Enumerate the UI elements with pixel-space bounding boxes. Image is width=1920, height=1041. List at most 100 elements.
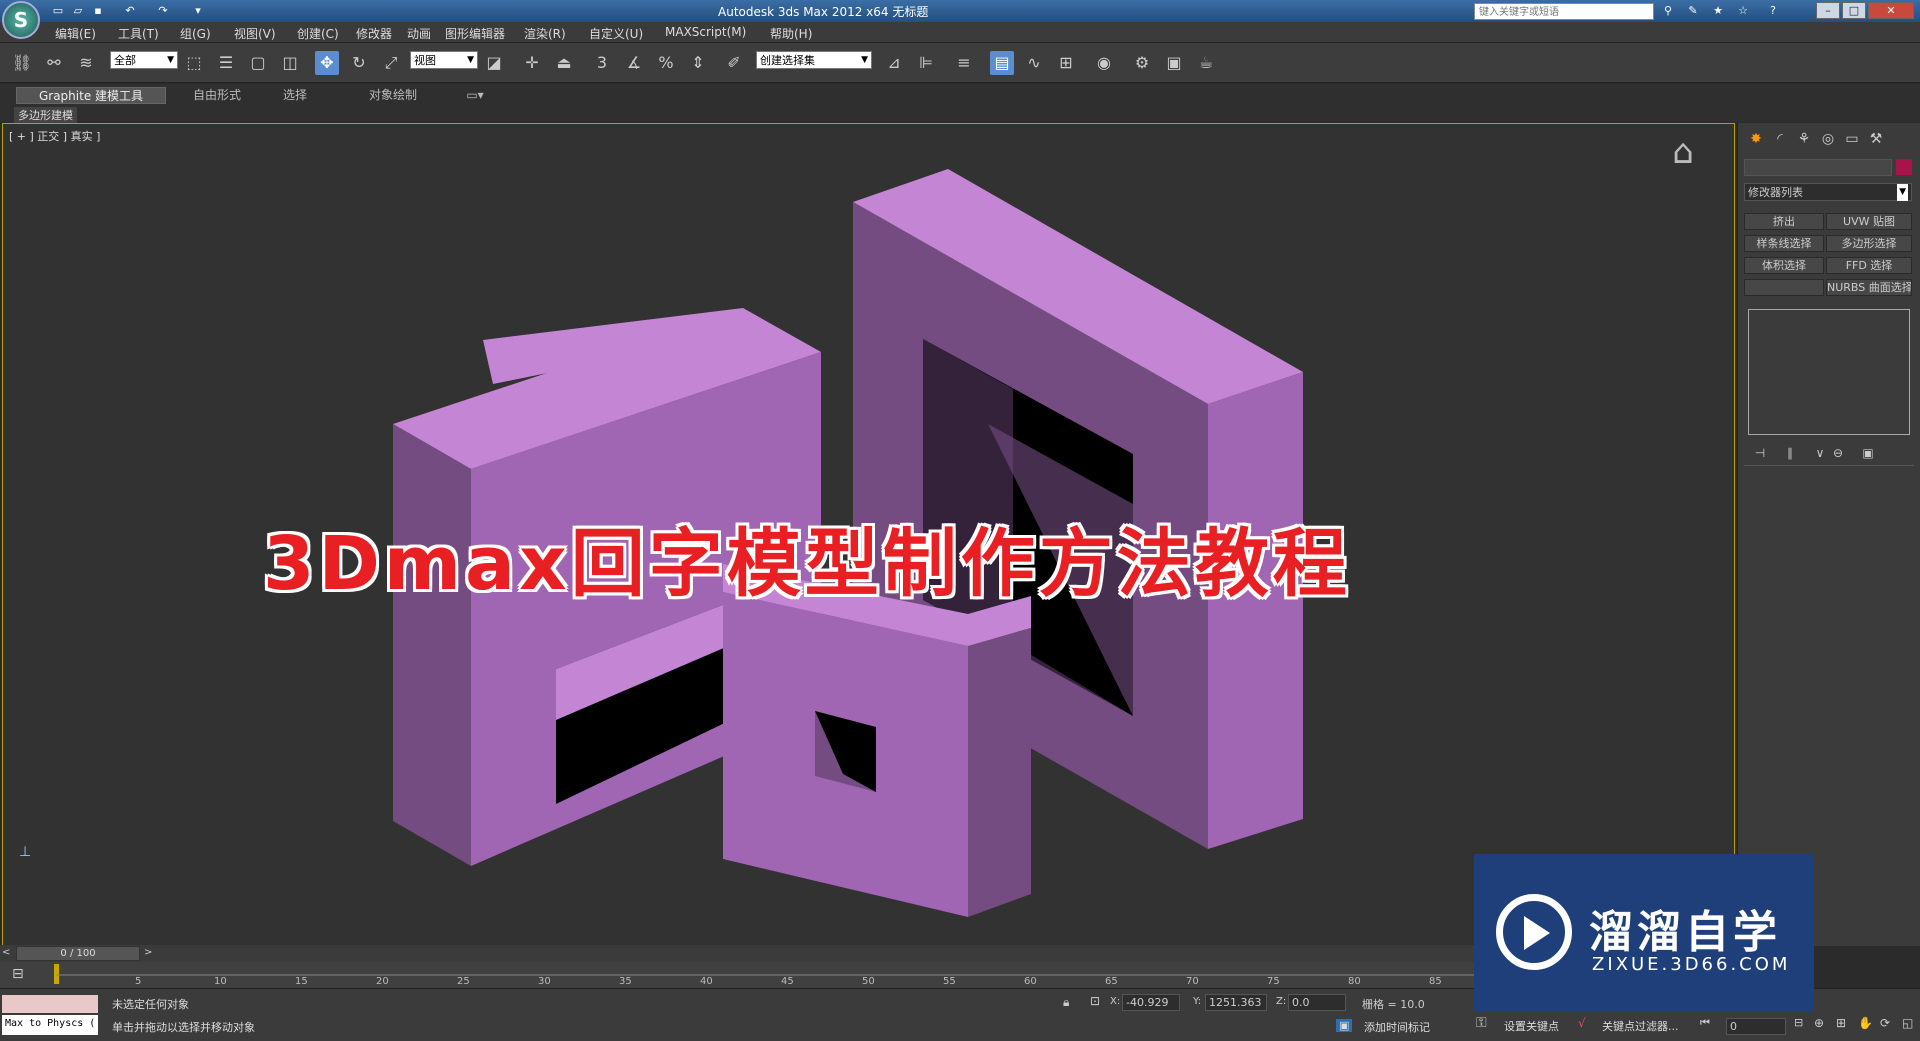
curve-editor-icon[interactable]: ∿ bbox=[1022, 51, 1046, 75]
modify-tab-icon[interactable]: ◜ bbox=[1768, 127, 1792, 151]
bind-spacewarp-icon[interactable]: ≋ bbox=[74, 51, 98, 75]
snap-toggle-icon[interactable]: 3 bbox=[590, 51, 614, 75]
angle-snap-icon[interactable]: ∡ bbox=[622, 51, 646, 75]
help-icon[interactable]: ? bbox=[1765, 3, 1781, 19]
tab-object-paint[interactable]: 对象绘制 bbox=[355, 87, 431, 104]
named-selection-dropdown[interactable]: 创建选择集 ▼ bbox=[756, 51, 872, 69]
lock-selection-icon[interactable]: 🔒︎ bbox=[1063, 995, 1069, 1010]
maxscript-mini-listener[interactable]: Max to Physcs ( bbox=[2, 1015, 98, 1035]
binoculars-icon[interactable]: ⚲ bbox=[1660, 3, 1676, 19]
ribbon-options-icon[interactable]: ▭▾ bbox=[462, 87, 488, 104]
search-input[interactable]: 键入关键字或短语 bbox=[1474, 3, 1654, 20]
pin-stack-icon[interactable]: ⊣ bbox=[1748, 441, 1772, 465]
poly-select-button[interactable]: 多边形选择 bbox=[1826, 235, 1912, 252]
default-tangent-icon[interactable]: √ bbox=[1578, 1016, 1586, 1030]
nurbs-select-button[interactable]: NURBS 曲面选择 bbox=[1826, 279, 1912, 296]
menu-customize[interactable]: 自定义(U) bbox=[589, 25, 643, 42]
menu-group[interactable]: 组(G) bbox=[180, 25, 211, 42]
maximize-button[interactable]: □ bbox=[1842, 2, 1866, 19]
tab-freeform[interactable]: 自由形式 bbox=[180, 87, 254, 104]
absolute-mode-icon[interactable]: ⊡ bbox=[1090, 994, 1100, 1008]
frame-indicator[interactable]: 0 / 100 bbox=[16, 946, 140, 961]
viewport-orthographic[interactable]: [ + ] 正交 ] 真实 ] 3Dmax回字模型制作方法教程 ⌂ ⊥ bbox=[2, 123, 1735, 946]
object-name-field[interactable] bbox=[1744, 159, 1892, 176]
time-slider[interactable]: < 0 / 100 > bbox=[0, 945, 1475, 962]
zoom-extents-icon[interactable]: ⊞ bbox=[1836, 1016, 1846, 1030]
render-production-icon[interactable]: ☕ bbox=[1194, 51, 1218, 75]
rect-selection-icon[interactable]: ▢ bbox=[246, 51, 270, 75]
rendered-frame-icon[interactable]: ▣ bbox=[1162, 51, 1186, 75]
render-setup-icon[interactable]: ⚙ bbox=[1130, 51, 1154, 75]
select-scale-icon[interactable]: ⤢ bbox=[379, 51, 403, 75]
app-logo-icon[interactable]: S bbox=[2, 1, 40, 39]
key-icon[interactable]: ⚿ bbox=[1476, 1015, 1487, 1031]
star-icon[interactable]: ★ bbox=[1710, 3, 1726, 19]
show-end-result-icon[interactable]: ∥ bbox=[1778, 441, 1802, 465]
tab-selection[interactable]: 选择 bbox=[270, 87, 320, 104]
menu-view[interactable]: 视图(V) bbox=[234, 25, 276, 42]
menu-tools[interactable]: 工具(T) bbox=[118, 25, 159, 42]
uvw-map-button[interactable]: UVW 贴图 bbox=[1826, 213, 1912, 230]
percent-snap-icon[interactable]: % bbox=[654, 51, 678, 75]
new-file-icon[interactable]: ▭ bbox=[50, 3, 66, 19]
tab-graphite[interactable]: Graphite 建模工具 bbox=[16, 87, 166, 104]
hierarchy-tab-icon[interactable]: ⚘ bbox=[1792, 127, 1816, 151]
key-filters-button[interactable]: 关键点过滤器... bbox=[1602, 1018, 1679, 1034]
x-coordinate-field[interactable]: -40.929 bbox=[1122, 994, 1180, 1011]
modifier-stack[interactable] bbox=[1748, 309, 1910, 435]
menu-create[interactable]: 创建(C) bbox=[297, 25, 339, 42]
select-manipulate-icon[interactable]: ✛ bbox=[520, 51, 544, 75]
save-icon[interactable]: ▪ bbox=[90, 3, 106, 19]
select-rotate-icon[interactable]: ↻ bbox=[347, 51, 371, 75]
configure-sets-icon[interactable]: ▣ bbox=[1856, 441, 1880, 465]
selection-filter-dropdown[interactable]: 全部 ▼ bbox=[110, 51, 178, 69]
time-tag-icon[interactable]: ▣ bbox=[1336, 1019, 1353, 1032]
modifier-list-dropdown[interactable]: 修改器列表 ▼ bbox=[1744, 183, 1912, 201]
select-move-icon[interactable]: ✥ bbox=[315, 51, 339, 75]
open-file-icon[interactable]: ▱ bbox=[70, 3, 86, 19]
track-bar[interactable]: ⊟ 5 10 15 20 25 30 35 40 45 50 55 60 65 … bbox=[0, 962, 1476, 988]
zoom-icon[interactable]: ⊕ bbox=[1814, 1016, 1824, 1030]
menu-graph-editors[interactable]: 图形编辑器 bbox=[445, 25, 505, 42]
undo-icon[interactable]: ↶ bbox=[122, 3, 138, 19]
select-by-name-icon[interactable]: ☰ bbox=[214, 51, 238, 75]
utilities-tab-icon[interactable]: ⚒ bbox=[1864, 127, 1888, 151]
create-tab-icon[interactable]: ✸ bbox=[1744, 127, 1768, 151]
link-icon[interactable]: ⛓ bbox=[10, 51, 34, 75]
z-coordinate-field[interactable]: 0.0 bbox=[1288, 994, 1346, 1011]
menu-edit[interactable]: 编辑(E) bbox=[55, 25, 96, 42]
tools-icon[interactable]: ✎ bbox=[1685, 3, 1701, 19]
pan-icon[interactable]: ✋ bbox=[1858, 1016, 1873, 1030]
minimize-button[interactable]: – bbox=[1816, 2, 1840, 19]
layer-manager-icon[interactable]: ≡ bbox=[952, 51, 976, 75]
pivot-center-icon[interactable]: ◪ bbox=[482, 51, 506, 75]
orbit-icon[interactable]: ⟳ bbox=[1880, 1016, 1890, 1030]
graphite-toggle-icon[interactable]: ▤ bbox=[990, 51, 1014, 75]
current-frame-field[interactable]: 0 bbox=[1726, 1018, 1786, 1035]
viewcube-icon[interactable]: ⌂ bbox=[1643, 132, 1723, 186]
spinner-snap-icon[interactable]: ⇕ bbox=[686, 51, 710, 75]
select-object-icon[interactable]: ⬚ bbox=[182, 51, 206, 75]
set-key-button[interactable]: 设置关键点 bbox=[1504, 1018, 1559, 1034]
keyboard-shortcut-icon[interactable]: ⏏ bbox=[552, 51, 576, 75]
motion-tab-icon[interactable]: ◎ bbox=[1816, 127, 1840, 151]
favorites-icon[interactable]: ☆ bbox=[1735, 3, 1751, 19]
next-frame-icon[interactable]: > bbox=[144, 947, 152, 958]
polygon-modeling-label[interactable]: 多边形建模 bbox=[14, 107, 77, 123]
mini-curve-editor-icon[interactable]: ⊟ bbox=[12, 966, 24, 982]
ffd-select-button[interactable]: FFD 选择 bbox=[1826, 257, 1912, 274]
goto-start-icon[interactable]: ⏮ bbox=[1700, 1016, 1710, 1030]
close-button[interactable]: ✕ bbox=[1868, 2, 1914, 19]
prev-frame-icon[interactable]: < bbox=[2, 947, 10, 958]
menu-rendering[interactable]: 渲染(R) bbox=[524, 25, 566, 42]
y-coordinate-field[interactable]: 1251.363 bbox=[1205, 994, 1267, 1011]
remove-modifier-icon[interactable]: ⊖ bbox=[1826, 441, 1850, 465]
menu-maxscript[interactable]: MAXScript(M) bbox=[665, 25, 746, 39]
material-editor-icon[interactable]: ◉ bbox=[1092, 51, 1116, 75]
mirror-icon[interactable]: ⊿ bbox=[882, 51, 906, 75]
maximize-viewport-icon[interactable]: ◱ bbox=[1902, 1016, 1913, 1030]
edit-named-selection-icon[interactable]: ✐ bbox=[722, 51, 746, 75]
empty-modifier-button[interactable] bbox=[1744, 279, 1824, 296]
add-time-tag-button[interactable]: 添加时间标记 bbox=[1364, 1019, 1430, 1035]
menu-animation[interactable]: 动画 bbox=[407, 25, 431, 42]
